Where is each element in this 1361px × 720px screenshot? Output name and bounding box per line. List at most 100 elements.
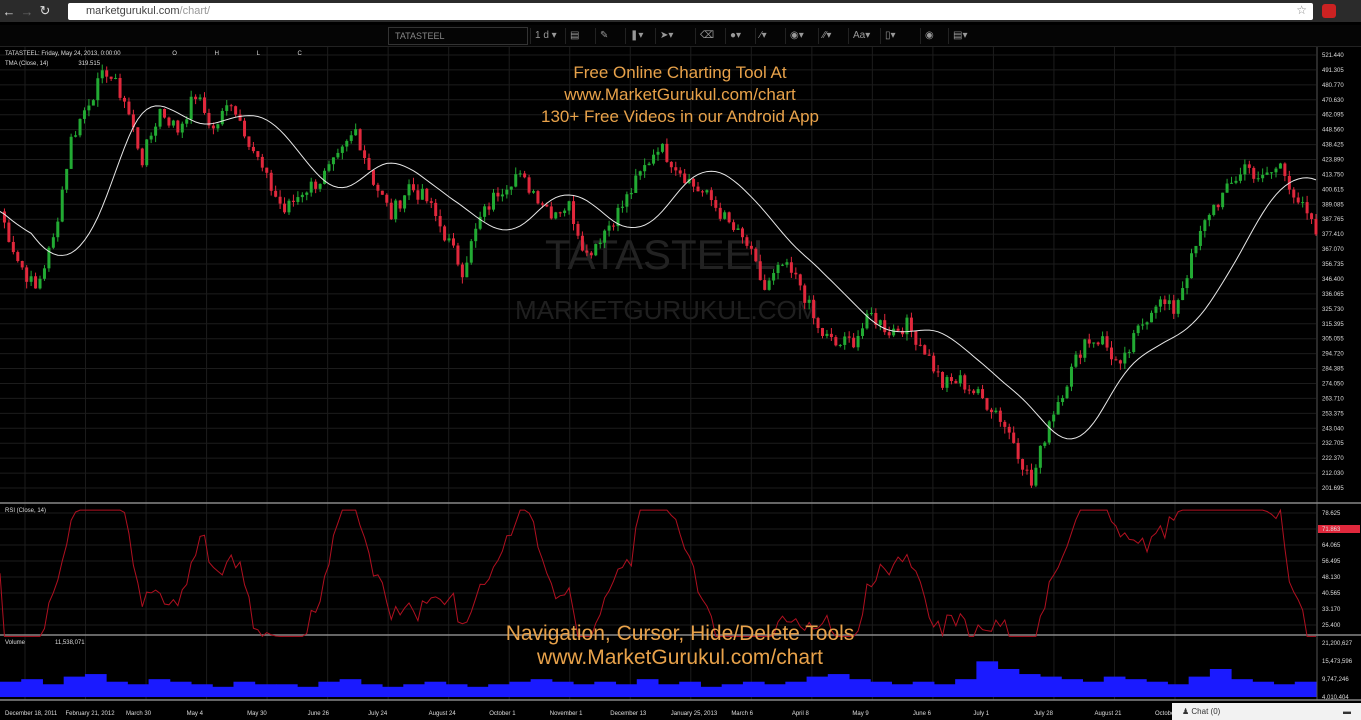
layout-icon[interactable]: ▤▾ xyxy=(948,28,971,44)
candle xyxy=(1216,203,1220,211)
line-tool-icon[interactable]: ∕▾ xyxy=(755,28,771,44)
candle-body xyxy=(643,165,647,172)
candle xyxy=(847,331,851,343)
candle-body xyxy=(403,195,407,209)
candle-body xyxy=(149,135,153,140)
extension-icon[interactable] xyxy=(1322,4,1336,18)
address-bar[interactable]: marketgurukul.com/chart/ ☆ xyxy=(68,3,1313,20)
candle-body xyxy=(243,120,247,137)
candle xyxy=(1007,423,1011,440)
interval-dropdown[interactable]: 1 d ▾ xyxy=(530,28,561,44)
candle-body xyxy=(1132,333,1136,353)
star-icon[interactable]: ☆ xyxy=(1296,3,1307,17)
candle xyxy=(700,189,704,197)
forward-icon[interactable]: → xyxy=(18,4,36,19)
candle-body xyxy=(429,201,433,203)
candle xyxy=(1038,445,1042,474)
candle-body xyxy=(1016,442,1020,460)
candle xyxy=(438,209,442,233)
channel-tool-icon[interactable]: ∕∕▾ xyxy=(818,28,835,44)
cursor-icon[interactable]: ➤▾ xyxy=(655,28,677,44)
candle xyxy=(505,185,509,199)
candle-body xyxy=(260,156,264,168)
candle-body xyxy=(540,203,544,205)
candle xyxy=(65,168,69,193)
candle-body xyxy=(838,344,842,346)
candle-body xyxy=(87,105,91,111)
candle xyxy=(732,219,736,232)
candle-body xyxy=(509,186,513,190)
candle xyxy=(291,194,295,207)
candle-body xyxy=(718,207,722,219)
reload-icon[interactable]: ↻ xyxy=(36,3,54,19)
x-tick-label: October 1 xyxy=(489,711,516,717)
candle xyxy=(398,199,402,212)
back-icon[interactable]: ← xyxy=(0,4,18,19)
bar-style-icon[interactable]: ❚▾ xyxy=(625,28,647,44)
price-tick-label: 480.770 xyxy=(1322,83,1344,89)
candle-body xyxy=(1247,164,1251,168)
chat-minimize-icon[interactable]: ▬ xyxy=(1343,707,1351,716)
candle xyxy=(118,73,122,101)
dot-icon[interactable]: ●▾ xyxy=(725,28,745,44)
hide-icon[interactable]: ⌫ xyxy=(695,28,718,44)
candle-body xyxy=(1114,359,1118,361)
candle xyxy=(1221,192,1225,210)
candle xyxy=(878,319,882,331)
candle-body xyxy=(714,200,718,208)
candle xyxy=(518,170,522,178)
chart-type-icon[interactable]: ▤ xyxy=(565,28,583,44)
shape-tool-icon[interactable]: ◉▾ xyxy=(785,28,808,44)
candle-body xyxy=(74,135,78,137)
price-tick-label: 274.050 xyxy=(1322,381,1344,387)
candle-body xyxy=(665,143,669,162)
candle xyxy=(1150,310,1153,323)
candle-body xyxy=(1158,299,1162,307)
chart-area[interactable]: 521.440 491.305 480.770 470.630 462.095 448.5… xyxy=(0,47,1361,720)
volume-bar xyxy=(233,681,256,697)
candle-body xyxy=(69,136,73,169)
candle-body xyxy=(1207,214,1211,221)
candle xyxy=(478,211,482,231)
candle xyxy=(954,379,958,384)
candle-body xyxy=(451,238,455,246)
candle xyxy=(572,195,576,231)
text-tool[interactable]: Aa▾ xyxy=(848,28,874,44)
candle-body xyxy=(1296,197,1300,203)
candle xyxy=(1043,441,1047,449)
price-tick-label: 423.890 xyxy=(1322,158,1344,164)
candle xyxy=(1203,218,1207,238)
candle-body xyxy=(1203,220,1207,231)
volume-bar xyxy=(1082,681,1105,697)
chat-widget[interactable]: ♟ Chat (0) ▬ xyxy=(1172,703,1361,720)
url-path: /chart/ xyxy=(179,5,211,17)
candle xyxy=(425,187,429,204)
candle xyxy=(705,189,709,195)
interval-value: 1 d xyxy=(535,30,549,41)
candle-body xyxy=(20,261,24,268)
phone-icon[interactable]: ▯▾ xyxy=(880,28,900,44)
candle-body xyxy=(1087,339,1091,344)
camera-icon[interactable]: ◉ xyxy=(920,28,938,44)
candle xyxy=(1252,166,1256,183)
candle xyxy=(652,149,656,166)
rsi-tick-label: 33.170 xyxy=(1322,607,1341,613)
x-tick-label: August 21 xyxy=(1094,711,1122,717)
candle-body xyxy=(109,76,113,79)
volume-bar xyxy=(806,676,829,697)
candle xyxy=(278,190,282,210)
candle xyxy=(665,138,669,163)
candle xyxy=(1234,176,1238,185)
candle-body xyxy=(91,100,95,106)
candle-body xyxy=(416,190,420,200)
candle xyxy=(274,185,278,198)
candle-body xyxy=(816,318,820,329)
pen-icon[interactable]: ✎ xyxy=(595,28,612,44)
candle-body xyxy=(1029,469,1033,486)
candle xyxy=(1145,321,1149,330)
candle xyxy=(821,327,824,339)
symbol-input[interactable]: TATASTEEL xyxy=(388,27,528,45)
candle-body xyxy=(456,245,460,265)
chart-svg[interactable]: 521.440 491.305 480.770 470.630 462.095 448.5… xyxy=(0,47,1361,720)
candle xyxy=(1212,204,1216,217)
